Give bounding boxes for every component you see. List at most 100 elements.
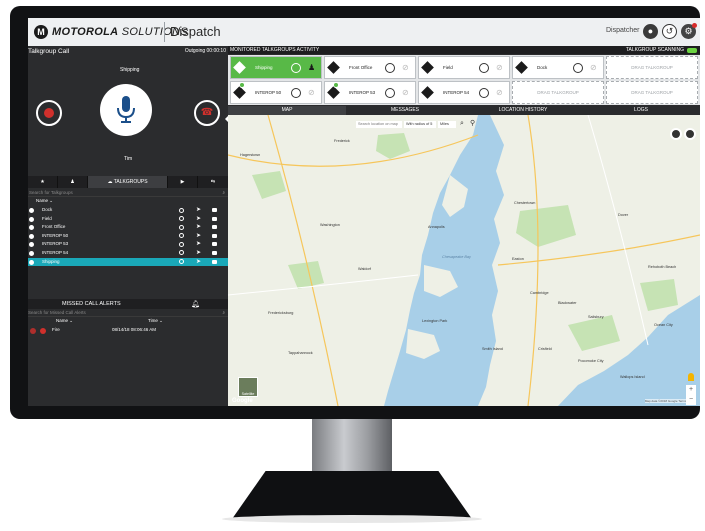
missed-alert-row[interactable]: Fire 08/14/18 08:06:46 AM [28, 327, 228, 335]
missed-alerts-search-input[interactable]: Search for Missed Call Alerts ⌕ [28, 309, 228, 317]
zoom-out-button[interactable]: − [686, 395, 696, 405]
mute-icon[interactable]: ⊘ [590, 63, 600, 73]
tab-talkgroups[interactable]: ☁ TALKGROUPS [88, 176, 168, 188]
message-icon[interactable] [212, 259, 217, 264]
talkgroup-tile[interactable]: INTEROP 50 ⊘ [230, 81, 322, 104]
mute-icon[interactable]: ⊘ [402, 88, 412, 98]
location-arrow-icon[interactable]: ➤ [196, 240, 201, 249]
map-label: Lexington Park [422, 319, 448, 323]
tab-logs[interactable]: LOGS [582, 106, 700, 115]
settings-gear-icon[interactable]: ⚙ [681, 23, 697, 39]
drag-talkgroup-slot[interactable]: DRAG TALKGROUP [606, 81, 698, 104]
mute-icon[interactable]: ⊘ [496, 63, 506, 73]
end-call-button[interactable]: ☎ [194, 100, 220, 126]
map-label: Waldorf [358, 267, 371, 271]
map-search-input[interactable]: Search location on map [356, 121, 402, 128]
emergency-button[interactable] [36, 100, 62, 126]
ptt-mic-button[interactable] [100, 84, 152, 136]
search-icon[interactable]: ⌕ [460, 120, 468, 128]
location-arrow-icon[interactable]: ➤ [196, 258, 201, 267]
info-icon[interactable] [385, 88, 395, 98]
talkgroup-row[interactable]: Dock ➤ [28, 206, 228, 215]
radius-select[interactable]: With radius of 5 [404, 121, 436, 128]
info-icon[interactable] [179, 207, 184, 213]
message-icon[interactable] [212, 225, 217, 230]
map-label: Crisfield [538, 347, 552, 351]
talkgroup-row[interactable]: INTEROP 53 ➤ [28, 240, 228, 249]
talkgroup-tile[interactable]: INTEROP 53 ⊘ [324, 81, 416, 104]
talkgroup-tile[interactable]: Dock ⊘ [512, 56, 604, 79]
zoom-control[interactable]: + − [686, 385, 696, 405]
missed-name-header[interactable]: Name ⌄ [56, 318, 73, 324]
drag-talkgroup-slot[interactable]: DRAG TALKGROUP [606, 56, 698, 79]
talkgroup-tile[interactable]: Field ⊘ [418, 56, 510, 79]
history-icon[interactable]: ↺ [662, 24, 677, 39]
tab-patch[interactable]: ⇆ [198, 176, 228, 188]
map-view[interactable]: Search location on map With radius of 5 … [228, 115, 700, 406]
user-status-icon[interactable]: ● [643, 24, 658, 39]
message-icon[interactable] [212, 216, 217, 221]
message-icon[interactable] [212, 208, 217, 212]
search-icon[interactable]: ⌕ [222, 309, 225, 317]
talkgroup-row[interactable]: INTEROP 54 ➤ [28, 249, 228, 258]
tab-map[interactable]: MAP [228, 106, 346, 115]
location-arrow-icon[interactable]: ➤ [196, 206, 201, 215]
scanning-toggle[interactable] [687, 47, 697, 53]
info-icon[interactable] [179, 224, 184, 230]
talkgroup-name-header[interactable]: Name ⌄ [36, 198, 53, 204]
map-label: Easton [512, 257, 524, 261]
drag-talkgroup-slot[interactable]: DRAG TALKGROUP [512, 81, 604, 104]
message-icon[interactable] [212, 242, 217, 247]
street-view-icon[interactable] [688, 373, 694, 381]
missed-call-alerts-title[interactable]: MISSED CALL ALERTS [62, 299, 121, 309]
info-icon[interactable] [291, 63, 301, 73]
talkgroup-tile[interactable]: INTEROP 54 ⊘ [418, 81, 510, 104]
location-pin-icon[interactable]: ⚲ [470, 120, 478, 128]
units-select[interactable]: Miles [438, 121, 456, 128]
info-icon[interactable] [479, 63, 489, 73]
layers-icon[interactable] [684, 128, 696, 140]
talkgroup-icon [29, 216, 34, 222]
location-arrow-icon[interactable]: ➤ [196, 249, 201, 258]
mute-icon[interactable]: ⊘ [402, 63, 412, 73]
info-icon[interactable] [385, 63, 395, 73]
talkgroup-tile[interactable]: Shipping ♟ [230, 56, 322, 79]
message-icon[interactable] [212, 250, 217, 255]
info-icon[interactable] [479, 88, 489, 98]
info-icon[interactable] [179, 250, 184, 256]
info-icon[interactable] [291, 88, 301, 98]
zoom-in-button[interactable]: + [686, 385, 696, 395]
missed-alert-name: Fire [52, 327, 60, 332]
talkgroup-row[interactable]: INTEROP 50 ➤ [28, 232, 228, 241]
tab-location-history[interactable]: LOCATION HISTORY [464, 106, 582, 115]
missed-time-header[interactable]: Time ⌄ [148, 318, 163, 324]
mute-icon[interactable]: ⊘ [496, 88, 506, 98]
monitor-stand-base [232, 471, 472, 519]
location-arrow-icon[interactable]: ➤ [196, 232, 201, 241]
location-arrow-icon[interactable]: ➤ [196, 223, 201, 232]
mute-icon[interactable]: ⊘ [308, 88, 318, 98]
map-label: Hagerstown [240, 153, 261, 157]
info-icon[interactable] [179, 241, 184, 247]
info-icon[interactable] [573, 63, 583, 73]
talkgroup-row[interactable]: Front Office ➤ [28, 223, 228, 232]
talkgroup-row[interactable]: Field ➤ [28, 215, 228, 224]
talkgroup-tile[interactable]: Front Office ⊘ [324, 56, 416, 79]
bell-icon[interactable]: 🔔︎ [191, 300, 200, 308]
info-icon[interactable] [179, 233, 184, 239]
tab-broadcast[interactable]: ▶ [168, 176, 198, 188]
tile-label: Field [443, 65, 453, 70]
search-icon[interactable]: ⌕ [222, 189, 225, 197]
satellite-toggle[interactable]: Satellite [238, 377, 258, 397]
location-arrow-icon[interactable]: ➤ [196, 215, 201, 224]
talkgroup-row-selected[interactable]: Shipping ➤ [28, 257, 228, 267]
tab-messages[interactable]: MESSAGES [346, 106, 464, 115]
tab-favorites[interactable]: ★ [28, 176, 58, 188]
compass-icon[interactable] [670, 128, 682, 140]
info-icon[interactable] [179, 216, 184, 222]
message-icon[interactable] [212, 233, 217, 238]
talkgroup-search-input[interactable]: Search for Talkgroups ⌕ [28, 189, 228, 197]
info-icon[interactable] [179, 259, 184, 265]
tab-users[interactable]: ♟ [58, 176, 88, 188]
talkgroup-icon [515, 61, 528, 74]
